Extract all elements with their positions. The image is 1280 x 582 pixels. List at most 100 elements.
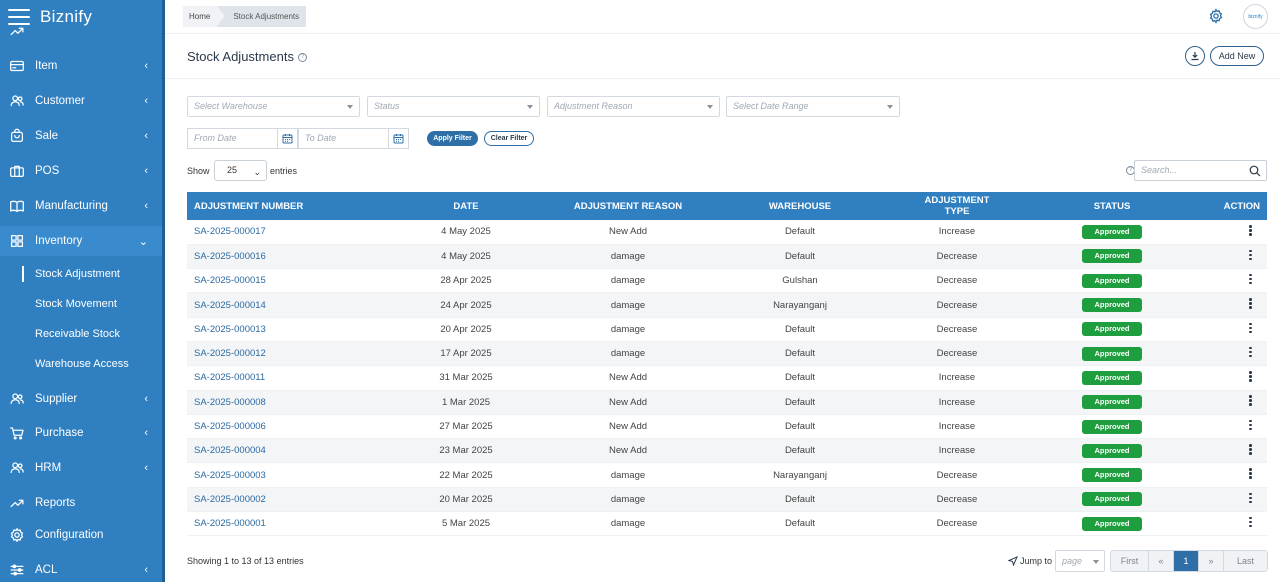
warehouse-cell: Default [689,317,911,342]
adjustment-number-link[interactable]: SA-2025-000014 [187,292,365,318]
column-header[interactable]: ADJUSTMENT NUMBER [187,192,365,220]
search-input[interactable]: Search... [1134,160,1267,181]
reason-cell: New Add [567,414,689,440]
sidebar-subitem-stock-adjustment[interactable]: Stock Adjustment [35,268,120,280]
apply-filter-button[interactable]: Apply Filter [427,131,478,146]
adjustment-number-link[interactable]: SA-2025-000016 [187,244,365,270]
info-icon[interactable]: ? [297,53,307,63]
adjustment-number-link[interactable]: SA-2025-000003 [187,462,365,488]
kebab-menu-icon[interactable] [1249,297,1252,311]
pagination: First « 1 » Last [1110,550,1268,572]
table-row[interactable]: SA-2025-000001 5 Mar 2025 damage Default Dec… [187,511,1267,537]
table-row[interactable]: SA-2025-000013 20 Apr 2025 damage Default De… [187,317,1267,342]
page-jump-select[interactable]: page [1055,550,1105,572]
bag-icon [8,127,26,145]
table-row[interactable]: SA-2025-000014 24 Apr 2025 damage Narayanga… [187,292,1267,318]
column-header[interactable]: ADJUSTMENT REASON [567,192,689,220]
sidebar-item-pos[interactable]: POS ‹ [0,156,162,186]
sidebar-item-configuration[interactable]: Configuration [0,520,162,550]
table-row[interactable]: SA-2025-000011 31 Mar 2025 New Add Default I… [187,365,1267,391]
adjustment-number-link[interactable]: SA-2025-000011 [187,365,365,391]
table-row[interactable]: SA-2025-000015 28 Apr 2025 damage Gulshan De… [187,268,1267,294]
breadcrumb-home[interactable]: Home [183,6,226,27]
kebab-menu-icon[interactable] [1249,248,1252,262]
table-row[interactable]: SA-2025-000004 23 Mar 2025 New Add Default I… [187,438,1267,464]
adjustment-number-link[interactable]: SA-2025-000001 [187,511,365,537]
add-new-button[interactable]: Add New [1210,46,1264,66]
kebab-menu-icon[interactable] [1249,443,1252,457]
kebab-menu-icon[interactable] [1249,370,1252,384]
page-size-select[interactable]: 25 ⌄ [214,160,267,181]
from-date-input[interactable]: From Date [187,128,298,149]
sidebar-item-supplier[interactable]: Supplier ‹ [0,384,162,414]
prev-page-button[interactable]: « [1149,551,1174,571]
adjustment-number-link[interactable]: SA-2025-000008 [187,390,365,415]
type-cell: Increase [911,220,1003,245]
adjustment-number-link[interactable]: SA-2025-000017 [187,220,365,245]
action-cell [1221,244,1267,270]
column-header[interactable]: DATE [365,192,567,220]
kebab-menu-icon[interactable] [1249,272,1252,286]
table-row[interactable]: SA-2025-000002 20 Mar 2025 damage Default De… [187,487,1267,513]
table-row[interactable]: SA-2025-000003 22 Mar 2025 damage Narayanga… [187,462,1267,488]
warehouse-select[interactable]: Select Warehouse [187,96,360,117]
warehouse-cell: Narayanganj [689,462,911,488]
from-date-calendar-button[interactable] [277,129,297,148]
to-date-calendar-button[interactable] [388,129,408,148]
kebab-menu-icon[interactable] [1249,224,1252,238]
kebab-menu-icon[interactable] [1249,345,1252,359]
sidebar-subitem-stock-movement[interactable]: Stock Movement [35,298,117,310]
column-header[interactable]: WAREHOUSE [689,192,911,220]
adjustment-number-link[interactable]: SA-2025-000015 [187,268,365,294]
column-header[interactable]: STATUS [1003,192,1221,220]
kebab-menu-icon[interactable] [1249,418,1252,432]
adjustment-number-link[interactable]: SA-2025-000004 [187,438,365,464]
table-row[interactable]: SA-2025-000006 27 Mar 2025 New Add Default I… [187,414,1267,440]
last-page-button[interactable]: Last [1224,551,1267,571]
sidebar-item-reports[interactable]: Reports [0,488,162,518]
sidebar-item-customer[interactable]: Customer ‹ [0,86,162,116]
adjustment-number-link[interactable]: SA-2025-000012 [187,341,365,367]
kebab-menu-icon[interactable] [1249,491,1252,505]
sidebar-item-purchase[interactable]: Purchase ‹ [0,418,162,448]
sidebar-item-acl[interactable]: ACL ‹ [0,555,162,582]
sidebar-item-sale[interactable]: Sale ‹ [0,121,162,151]
kebab-menu-icon[interactable] [1249,515,1252,529]
gear-icon[interactable] [1208,8,1224,24]
kebab-menu-icon[interactable] [1249,394,1252,408]
sidebar-subitem-receivable-stock[interactable]: Receivable Stock [35,328,120,340]
sidebar-scrollbar[interactable] [162,0,165,582]
action-cell [1221,462,1267,488]
page-header: Stock Adjustments? Add New [165,35,1280,79]
type-cell: Decrease [911,511,1003,537]
kebab-menu-icon[interactable] [1249,321,1252,335]
adjustment-number-link[interactable]: SA-2025-000013 [187,317,365,342]
status-cell: Approved [1003,511,1221,537]
table-row[interactable]: SA-2025-000016 4 May 2025 damage Default Dec… [187,244,1267,270]
search-icon[interactable] [1249,165,1261,177]
column-header[interactable]: ADJUSTMENT TYPE [911,192,1003,220]
first-page-button[interactable]: First [1111,551,1149,571]
to-date-input[interactable]: To Date [298,128,409,149]
reason-cell: damage [567,511,689,537]
sidebar-item-hrm[interactable]: HRM ‹ [0,453,162,483]
reason-select[interactable]: Adjustment Reason [547,96,720,117]
status-badge: Approved [1082,346,1142,361]
sidebar-item-manufacturing[interactable]: Manufacturing ‹ [0,191,162,221]
next-page-button[interactable]: » [1199,551,1224,571]
sidebar-item-item[interactable]: Item ‹ [0,51,162,81]
avatar[interactable]: biznify [1243,4,1268,29]
download-button[interactable] [1185,46,1205,66]
table-row[interactable]: SA-2025-000008 1 Mar 2025 New Add Default In… [187,390,1267,415]
table-row[interactable]: SA-2025-000017 4 May 2025 New Add Default In… [187,220,1267,245]
kebab-menu-icon[interactable] [1249,467,1252,481]
page-1-button[interactable]: 1 [1174,551,1199,571]
sidebar-item-inventory[interactable]: Inventory ⌄ [0,226,162,256]
adjustment-number-link[interactable]: SA-2025-000002 [187,487,365,513]
date-range-select[interactable]: Select Date Range [726,96,900,117]
status-select[interactable]: Status [367,96,540,117]
sidebar-subitem-warehouse-access[interactable]: Warehouse Access [35,358,129,370]
adjustment-number-link[interactable]: SA-2025-000006 [187,414,365,440]
table-row[interactable]: SA-2025-000012 17 Apr 2025 damage Default De… [187,341,1267,367]
clear-filter-button[interactable]: Clear Filter [484,131,534,146]
